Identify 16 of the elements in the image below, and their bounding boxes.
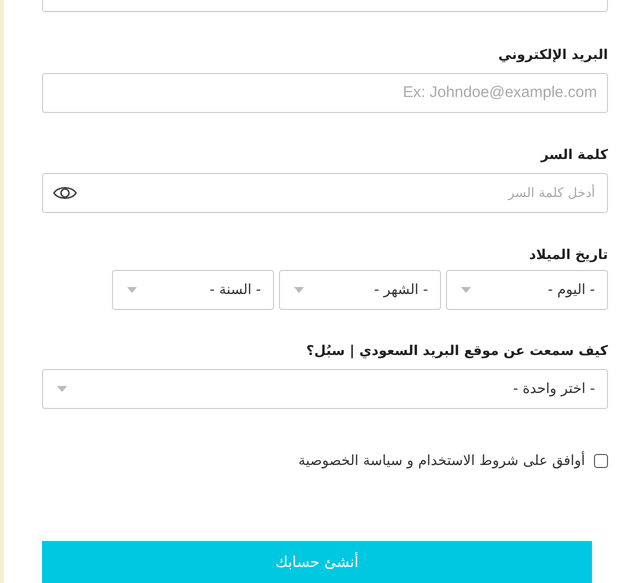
dropdown[interactable]: - الشهر -	[279, 270, 441, 310]
dropdown[interactable]: - السنة -	[112, 270, 274, 310]
dropdown[interactable]: - اختر واحدة -	[42, 369, 608, 409]
field-label: كلمة السر	[540, 146, 608, 165]
agreement-label: أوافق على شروط الاستخدام و سياسة الخصوصية	[298, 453, 585, 469]
caret-icon	[461, 287, 471, 293]
caret-icon	[127, 287, 137, 293]
eye-icon[interactable]	[53, 185, 77, 201]
field-label: تاريخ الميلاد	[529, 246, 608, 265]
dropdown[interactable]: - اليوم -	[446, 270, 608, 310]
field-label: كيف سمعت عن موقع البريد السعودي | سبُل؟	[306, 342, 608, 361]
field-label: البريد الإلكتروني	[498, 46, 608, 65]
checkbox[interactable]	[594, 454, 608, 468]
email-field[interactable]: Ex: Johndoe@example.com	[42, 73, 608, 113]
caret-icon	[294, 287, 304, 293]
caret-icon	[57, 386, 67, 392]
